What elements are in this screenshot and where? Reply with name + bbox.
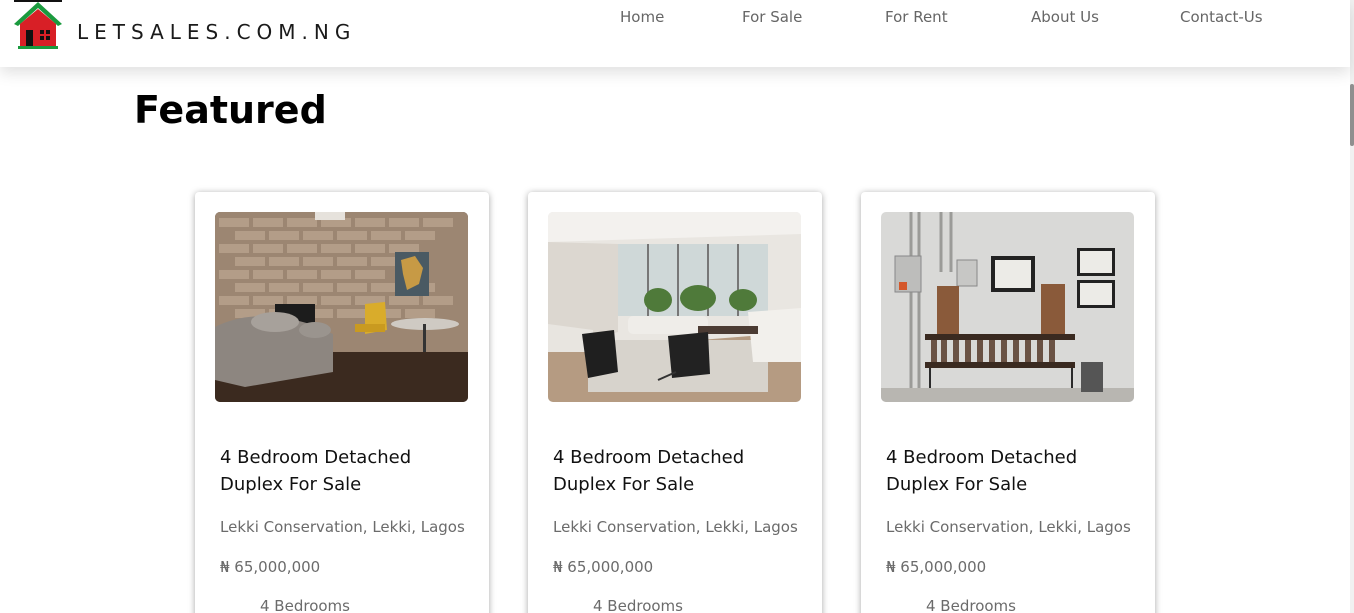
- listing-title[interactable]: 4 Bedroom Detached Duplex For Sale: [886, 444, 1136, 498]
- listing-card[interactable]: 4 Bedroom Detached Duplex For Sale Lekki…: [195, 192, 489, 613]
- listing-card[interactable]: 4 Bedroom Detached Duplex For Sale Lekki…: [861, 192, 1155, 613]
- listing-price: ₦ 65,000,000: [553, 558, 654, 576]
- listing-location: Lekki Conservation, Lekki, Lagos: [886, 518, 1131, 536]
- section-title: Featured: [134, 88, 327, 132]
- listing-card[interactable]: 4 Bedroom Detached Duplex For Sale Lekki…: [528, 192, 822, 613]
- nav-about-us[interactable]: About Us: [1031, 8, 1099, 26]
- listing-bedrooms: 4 Bedrooms: [593, 597, 683, 613]
- listing-price: ₦ 65,000,000: [220, 558, 321, 576]
- listing-photo[interactable]: [881, 212, 1134, 402]
- nav-contact-us[interactable]: Contact-Us: [1180, 8, 1263, 26]
- listing-location: Lekki Conservation, Lekki, Lagos: [553, 518, 798, 536]
- site-header: LETSALES.COM.NG Home For Sale For Rent A…: [0, 0, 1350, 67]
- listing-photo[interactable]: [215, 212, 468, 402]
- listing-location: Lekki Conservation, Lekki, Lagos: [220, 518, 465, 536]
- listing-title[interactable]: 4 Bedroom Detached Duplex For Sale: [220, 444, 470, 498]
- listing-title[interactable]: 4 Bedroom Detached Duplex For Sale: [553, 444, 803, 498]
- page-scrollbar[interactable]: [1350, 0, 1354, 613]
- listing-price: ₦ 65,000,000: [886, 558, 987, 576]
- listing-bedrooms: 4 Bedrooms: [926, 597, 1016, 613]
- nav-for-sale[interactable]: For Sale: [742, 8, 802, 26]
- scrollbar-thumb[interactable]: [1350, 84, 1354, 146]
- main-nav: Home For Sale For Rent About Us Contact-…: [0, 8, 1350, 28]
- listing-bedrooms: 4 Bedrooms: [260, 597, 350, 613]
- listing-photo[interactable]: [548, 212, 801, 402]
- nav-home[interactable]: Home: [620, 8, 664, 26]
- nav-for-rent[interactable]: For Rent: [885, 8, 948, 26]
